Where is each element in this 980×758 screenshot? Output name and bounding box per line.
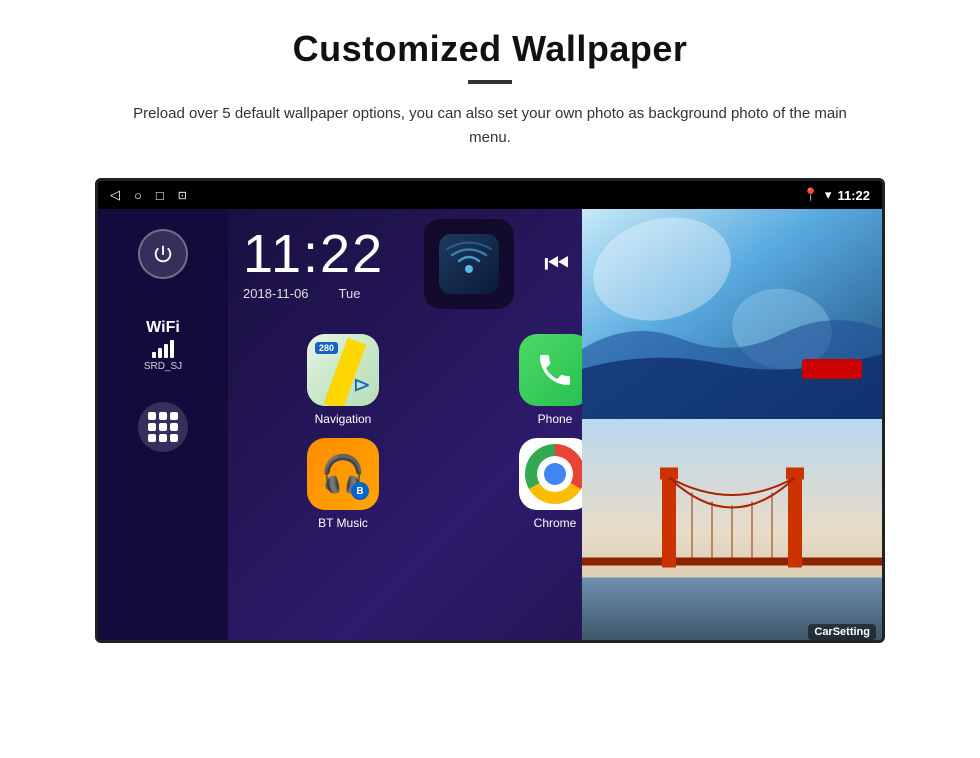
status-left: ◁ ○ □ ⊡	[110, 187, 187, 203]
grid-dot-4	[148, 423, 156, 431]
wifi-animation-icon	[444, 239, 494, 289]
wifi-bar-3	[164, 344, 168, 358]
grid-dot-8	[159, 434, 167, 442]
chrome-inner-dot	[544, 463, 566, 485]
wifi-bar-4	[170, 340, 174, 358]
grid-dot-2	[159, 412, 167, 420]
power-button[interactable]	[138, 229, 188, 279]
wifi-widget: WiFi SRD_SJ	[144, 319, 182, 372]
device-frame: ◁ ○ □ ⊡ 📍 ▾ 11:22 WiFi	[95, 178, 885, 643]
wallpaper-bridge[interactable]: CarSetting	[582, 419, 882, 643]
bridge-svg	[582, 419, 882, 643]
prev-track-icon[interactable]: ⏮	[544, 248, 569, 281]
device-thumbnail	[802, 359, 862, 379]
app-item-btmusic[interactable]: 🎧 B BT Music	[243, 438, 443, 530]
wifi-icon-inner	[439, 234, 499, 294]
page-wrapper: Customized Wallpaper Preload over 5 defa…	[0, 0, 980, 643]
wifi-bar-2	[158, 348, 162, 358]
chrome-label: Chrome	[534, 516, 577, 530]
nav-screenshot-icon[interactable]: ⊡	[178, 189, 187, 202]
grid-dot-5	[159, 423, 167, 431]
nav-home-icon[interactable]: ○	[134, 188, 142, 203]
wifi-ssid: SRD_SJ	[144, 361, 182, 372]
screen-body: WiFi SRD_SJ	[98, 209, 882, 640]
app-item-navigation[interactable]: 280 ⊳ Navigation	[243, 334, 443, 426]
navigation-label: Navigation	[315, 412, 372, 426]
grid-dot-7	[148, 434, 156, 442]
clock-date: 2018-11-06	[243, 286, 309, 301]
clock-widget: 11:22 2018-11-06 Tue	[243, 227, 384, 301]
wallpaper-ice[interactable]	[582, 209, 882, 419]
sidebar: WiFi SRD_SJ	[98, 209, 228, 640]
wifi-label: WiFi	[146, 319, 180, 337]
nav-badge: 280	[315, 342, 338, 354]
status-time: 11:22	[837, 188, 870, 203]
grid-dot-9	[170, 434, 178, 442]
phone-icon	[519, 334, 591, 406]
nav-back-icon[interactable]: ◁	[110, 187, 120, 203]
clock-time: 11:22	[243, 227, 384, 281]
page-subtitle: Preload over 5 default wallpaper options…	[130, 102, 850, 150]
wifi-bars	[152, 340, 174, 358]
status-right: 📍 ▾ 11:22	[803, 187, 870, 203]
nav-recent-icon[interactable]: □	[156, 188, 164, 203]
grid-dot-1	[148, 412, 156, 420]
grid-dot-6	[170, 423, 178, 431]
bluetooth-symbol: B	[351, 482, 369, 500]
location-icon: 📍	[803, 187, 819, 203]
navigation-icon: 280 ⊳	[307, 334, 379, 406]
apps-grid-icon	[148, 412, 178, 442]
wifi-status-icon: ▾	[825, 187, 832, 203]
btmusic-icon: 🎧 B	[307, 438, 379, 510]
wifi-box	[424, 219, 514, 309]
grid-dot-3	[170, 412, 178, 420]
wallpaper-thumbnails: CarSetting	[582, 209, 882, 643]
ice-svg	[582, 209, 882, 419]
btmusic-label: BT Music	[318, 516, 368, 530]
phone-label: Phone	[538, 412, 573, 426]
wifi-bar-1	[152, 352, 156, 358]
apps-button[interactable]	[138, 402, 188, 452]
clock-date-row: 2018-11-06 Tue	[243, 286, 360, 301]
power-icon	[152, 243, 174, 265]
nav-arrow-icon: ⊳	[353, 372, 371, 398]
page-title: Customized Wallpaper	[293, 28, 688, 70]
status-bar: ◁ ○ □ ⊡ 📍 ▾ 11:22	[98, 181, 882, 209]
title-divider	[468, 80, 512, 84]
chrome-icon	[519, 438, 591, 510]
carsetting-label: CarSetting	[808, 624, 876, 640]
phone-handset-icon	[535, 350, 575, 390]
clock-day: Tue	[339, 286, 361, 301]
